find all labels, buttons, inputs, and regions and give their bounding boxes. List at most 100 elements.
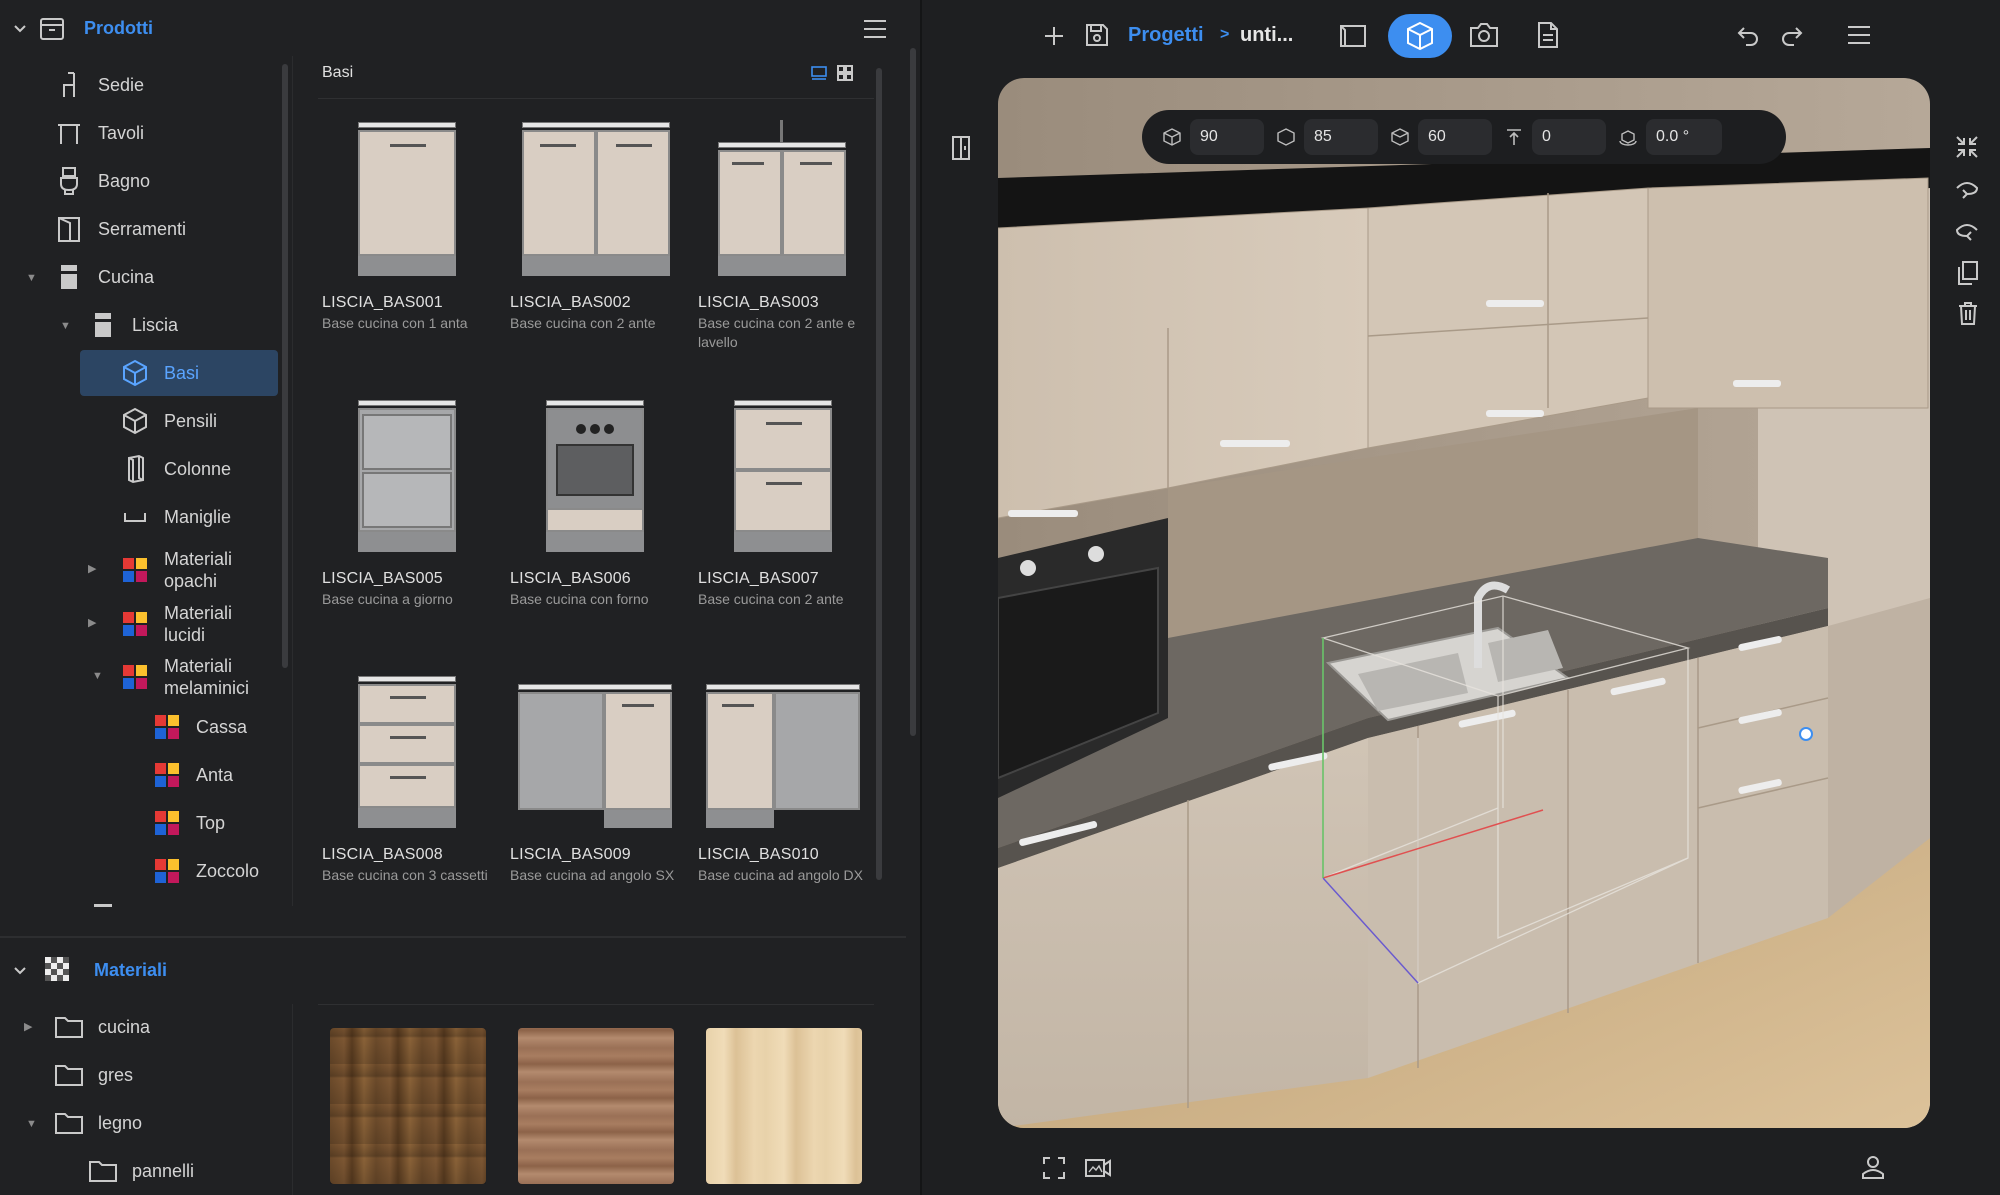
- product-name: LISCIA_BAS005: [322, 570, 443, 587]
- rotate-left-icon[interactable]: [1954, 178, 1980, 200]
- caret-right-icon[interactable]: ▶: [88, 562, 96, 575]
- folder-pannelli[interactable]: pannelli: [88, 1148, 194, 1194]
- tree-grid-divider: [292, 56, 293, 906]
- section-divider: [0, 936, 906, 938]
- products-header[interactable]: Prodotti: [0, 0, 920, 56]
- folder-icon: [54, 1108, 84, 1138]
- tree-item-liscia[interactable]: Liscia: [88, 302, 178, 348]
- tree-item-bagno[interactable]: Bagno: [54, 158, 150, 204]
- user-icon[interactable]: [1860, 1154, 1886, 1180]
- caret-right-icon[interactable]: ▶: [24, 1020, 32, 1033]
- tree-item-maniglie[interactable]: Maniglie: [120, 494, 231, 540]
- materials-divider: [292, 1004, 293, 1195]
- grid-view-icon[interactable]: [836, 64, 854, 82]
- save-icon[interactable]: [1084, 22, 1110, 48]
- tree-item-cassa[interactable]: Cassa: [152, 704, 247, 750]
- breadcrumb-root[interactable]: Progetti: [1128, 24, 1204, 47]
- partial-tree-item: [94, 904, 112, 907]
- rotate-right-icon[interactable]: [1954, 220, 1980, 242]
- product-desc: Base cucina con 2 ante: [510, 315, 656, 331]
- duplicate-icon[interactable]: [1956, 260, 1980, 286]
- product-card-bas007[interactable]: LISCIA_BAS007 Base cucina con 2 ante: [698, 392, 868, 609]
- tree-item-pensili[interactable]: Pensili: [120, 398, 217, 444]
- caret-down-icon[interactable]: ▼: [26, 272, 37, 284]
- tree-item-label: Liscia: [132, 314, 179, 335]
- material-swatch-medium-wood[interactable]: [518, 1028, 674, 1184]
- product-card-bas001[interactable]: LISCIA_BAS001 Base cucina con 1 anta: [322, 116, 492, 333]
- tree-item-serramenti[interactable]: Serramenti: [54, 206, 186, 252]
- chevron-down-icon[interactable]: [12, 962, 28, 978]
- cube-icon: [120, 406, 150, 436]
- tree-item-top[interactable]: Top: [152, 800, 225, 846]
- tree-item-materiali-lucidi[interactable]: Materiali lucidi: [120, 600, 270, 648]
- material-swatch-dark-wood[interactable]: [330, 1028, 486, 1184]
- tree-item-materiali-melaminici[interactable]: Materiali melaminici: [120, 653, 270, 701]
- product-thumbnail: [698, 116, 868, 286]
- panel-scrollbar[interactable]: [910, 48, 916, 736]
- product-card-bas008[interactable]: LISCIA_BAS008 Base cucina con 3 cassetti: [322, 668, 492, 885]
- handle-icon: [120, 502, 150, 532]
- product-thumbnail: [698, 392, 868, 562]
- materials-header-line: [318, 1004, 874, 1005]
- grid-scrollbar[interactable]: [876, 68, 882, 880]
- chevron-down-icon[interactable]: [12, 20, 28, 36]
- menu-icon[interactable]: [862, 18, 888, 40]
- tree-item-basi[interactable]: Basi: [80, 350, 278, 396]
- collapse-icon[interactable]: [1954, 134, 1980, 160]
- tree-item-sedie[interactable]: Sedie: [54, 62, 144, 108]
- plus-icon[interactable]: [1042, 24, 1066, 48]
- tree-item-cucina[interactable]: Cucina: [54, 254, 154, 300]
- width-icon: [1163, 128, 1181, 146]
- dim-depth: 85: [1276, 119, 1378, 155]
- height-input[interactable]: 60: [1418, 119, 1492, 155]
- tree-item-materiali-opachi[interactable]: Materiali opachi: [120, 546, 270, 594]
- 3d-viewport[interactable]: [998, 78, 1930, 1128]
- trash-icon[interactable]: [1956, 300, 1980, 326]
- rotation-input[interactable]: 0.0 °: [1646, 119, 1722, 155]
- product-desc: Base cucina con 2 ante: [698, 591, 844, 607]
- list-view-icon[interactable]: [810, 64, 828, 82]
- width-input[interactable]: 90: [1190, 119, 1264, 155]
- tree-item-zoccolo[interactable]: Zoccolo: [152, 848, 259, 894]
- tree-item-anta[interactable]: Anta: [152, 752, 233, 798]
- tree-item-tavoli[interactable]: Tavoli: [54, 110, 144, 156]
- document-icon[interactable]: [1534, 20, 1562, 50]
- redo-icon[interactable]: [1780, 24, 1804, 46]
- palette-icon: [152, 760, 182, 790]
- folder-legno[interactable]: legno: [54, 1100, 142, 1146]
- caret-down-icon[interactable]: ▼: [92, 670, 103, 682]
- caret-right-icon[interactable]: ▶: [88, 616, 96, 629]
- folder-cucina[interactable]: cucina: [54, 1004, 150, 1050]
- material-swatch-light-wood[interactable]: [706, 1028, 862, 1184]
- category-tree: Sedie Tavoli Bagno Serramenti ▼ Cucina ▼…: [0, 62, 290, 912]
- product-card-bas005[interactable]: LISCIA_BAS005 Base cucina a giorno: [322, 392, 492, 609]
- video-capture-icon[interactable]: [1084, 1156, 1112, 1180]
- caret-down-icon[interactable]: ▼: [60, 320, 71, 332]
- folder-gres[interactable]: gres: [54, 1052, 133, 1098]
- folder-label: gres: [98, 1064, 134, 1085]
- materials-header[interactable]: Materiali: [0, 942, 920, 998]
- product-card-bas010[interactable]: LISCIA_BAS010 Base cucina ad angolo DX: [698, 668, 868, 885]
- 2d-view-icon[interactable]: [1338, 22, 1368, 50]
- elevation-input[interactable]: 0: [1532, 119, 1606, 155]
- caret-down-icon[interactable]: ▼: [26, 1118, 37, 1130]
- camera-icon[interactable]: [1468, 20, 1500, 50]
- product-card-bas002[interactable]: LISCIA_BAS002 Base cucina con 2 ante: [510, 116, 680, 333]
- depth-input[interactable]: 85: [1304, 119, 1378, 155]
- product-card-bas003[interactable]: LISCIA_BAS003 Base cucina con 2 ante e l…: [698, 116, 868, 352]
- tree-item-label: Cassa: [196, 716, 248, 737]
- dimension-toolbar: 90 85 60 0 0.0 °: [1142, 110, 1786, 164]
- fullscreen-icon[interactable]: [1042, 1156, 1066, 1180]
- tree-scrollbar[interactable]: [282, 64, 288, 668]
- tree-item-colonne[interactable]: Colonne: [120, 446, 231, 492]
- product-desc: Base cucina ad angolo DX: [698, 867, 863, 883]
- undo-icon[interactable]: [1736, 24, 1760, 46]
- product-card-bas006[interactable]: LISCIA_BAS006 Base cucina con forno: [510, 392, 680, 609]
- door-panel-icon[interactable]: [948, 134, 974, 162]
- product-card-bas009[interactable]: LISCIA_BAS009 Base cucina ad angolo SX: [510, 668, 680, 885]
- product-desc: Base cucina a giorno: [322, 591, 453, 607]
- breadcrumb-current[interactable]: unti...: [1240, 24, 1293, 47]
- 3d-view-button[interactable]: [1388, 14, 1452, 58]
- column-icon: [120, 454, 150, 484]
- menu-icon[interactable]: [1846, 24, 1872, 46]
